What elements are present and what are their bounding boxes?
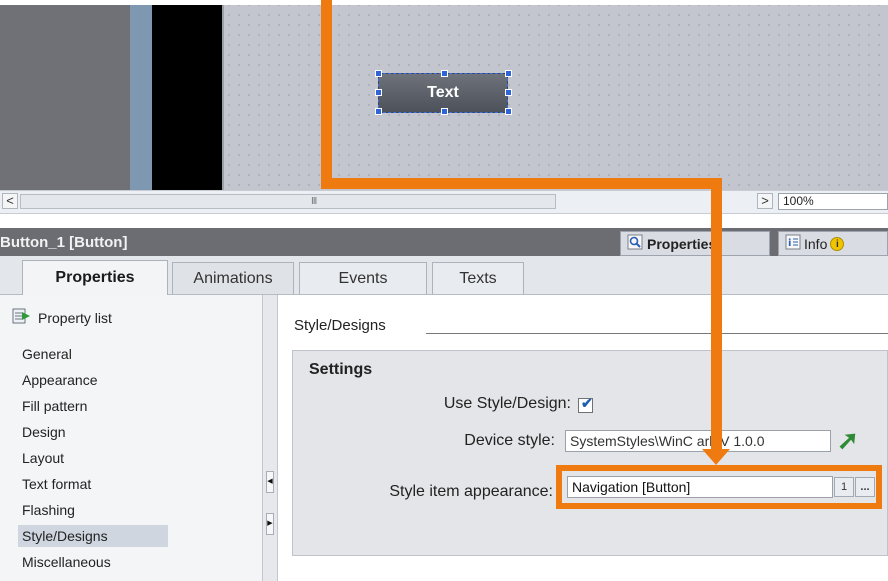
screen-canvas[interactable]: Text xyxy=(0,0,888,190)
horizontal-scrollbar[interactable]: < III > 100% xyxy=(0,190,888,214)
tab-animations[interactable]: Animations xyxy=(172,262,294,294)
highlight-frame xyxy=(556,465,882,509)
sidebar-item-design[interactable]: Design xyxy=(18,421,228,443)
device-style-field[interactable]: SystemStyles\WinC ark V 1.0.0 xyxy=(565,430,831,452)
resize-handle-bl[interactable] xyxy=(375,108,382,115)
collapse-left-button[interactable]: ◀ xyxy=(266,471,274,493)
section-divider xyxy=(426,333,888,334)
inspector-title-bar: Button_1 [Button] Properties i Info i xyxy=(0,228,888,256)
use-style-label: Use Style/Design: xyxy=(443,395,571,412)
sidebar-item-miscellaneous[interactable]: Miscellaneous xyxy=(18,551,228,573)
scroll-thumb[interactable]: III xyxy=(20,194,556,209)
property-tab-row: Properties Animations Events Texts xyxy=(0,256,888,295)
canvas-divider xyxy=(222,5,224,190)
canvas-blue-strip xyxy=(130,5,152,190)
sidebar-item-style-designs[interactable]: Style/Designs xyxy=(18,525,168,547)
sidebar-item-fill-pattern[interactable]: Fill pattern xyxy=(18,395,228,417)
selection-frame xyxy=(378,73,508,113)
checkmark-icon: ✔ xyxy=(581,395,593,411)
sidebar-item-appearance[interactable]: Appearance xyxy=(18,369,228,391)
scroll-left-button[interactable]: < xyxy=(2,193,18,209)
property-sidebar: Property list General Appearance Fill pa… xyxy=(0,295,262,581)
canvas-left-panel xyxy=(0,5,130,190)
use-style-checkbox[interactable]: ✔ xyxy=(578,395,593,413)
highlight-line-vertical-2 xyxy=(711,178,722,456)
scroll-grip-icon: III xyxy=(311,196,317,207)
inspector-tab-info-label: Info xyxy=(804,235,828,252)
tab-texts[interactable]: Texts xyxy=(432,262,524,294)
highlight-line-vertical-1 xyxy=(321,0,332,188)
canvas-black-panel xyxy=(152,5,222,190)
svg-text:i: i xyxy=(788,238,791,249)
resize-handle-b[interactable] xyxy=(441,108,448,115)
style-item-label: Style item appearance: xyxy=(389,483,553,500)
highlight-arrowhead xyxy=(702,449,730,465)
resize-handle-r[interactable] xyxy=(505,89,512,96)
inspector-title: Button_1 [Button] xyxy=(0,234,128,251)
zoom-select[interactable]: 100% xyxy=(778,193,888,210)
resize-handle-l[interactable] xyxy=(375,89,382,96)
inspector-tab-info[interactable]: i Info i xyxy=(778,231,888,256)
highlight-line-horizontal xyxy=(321,178,722,189)
sidebar-splitter[interactable]: ◀ ▶ xyxy=(262,295,278,581)
sidebar-item-general[interactable]: General xyxy=(18,343,228,365)
inspector-tab-properties-label: Properties xyxy=(647,235,717,252)
property-content: Style/Designs Settings Use Style/Design:… xyxy=(278,295,888,581)
settings-title: Settings xyxy=(309,361,373,378)
property-list-button[interactable]: Property list xyxy=(12,307,112,328)
resize-handle-br[interactable] xyxy=(505,108,512,115)
info-alert-icon: i xyxy=(830,236,845,251)
resize-handle-tl[interactable] xyxy=(375,70,382,77)
tab-events[interactable]: Events xyxy=(299,262,427,294)
sidebar-item-flashing[interactable]: Flashing xyxy=(18,499,228,521)
goto-arrow-icon[interactable]: ➚ xyxy=(837,425,859,456)
scroll-right-button[interactable]: > xyxy=(757,193,773,209)
resize-handle-t[interactable] xyxy=(441,70,448,77)
settings-group: Settings Use Style/Design: ✔ Device styl… xyxy=(292,350,888,556)
magnifier-icon xyxy=(627,234,643,253)
info-list-icon: i xyxy=(785,234,801,253)
tab-properties[interactable]: Properties xyxy=(22,260,168,295)
sidebar-item-text-format[interactable]: Text format xyxy=(18,473,228,495)
inspector-tab-properties[interactable]: Properties xyxy=(620,231,770,256)
property-list-label: Property list xyxy=(38,309,112,326)
sidebar-item-layout[interactable]: Layout xyxy=(18,447,228,469)
property-list-icon xyxy=(12,307,32,328)
expand-right-button[interactable]: ▶ xyxy=(266,513,274,535)
section-heading: Style/Designs xyxy=(294,317,386,334)
resize-handle-tr[interactable] xyxy=(505,70,512,77)
device-style-label: Device style: xyxy=(464,432,555,449)
